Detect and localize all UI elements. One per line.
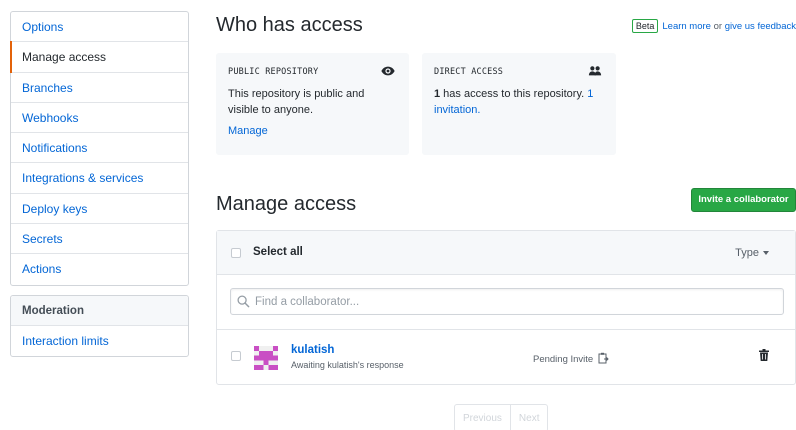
beta-feedback-line: Beta Learn more or give us feedback: [631, 19, 796, 33]
sidebar-item-options[interactable]: Options: [11, 12, 188, 43]
clipboard-icon[interactable]: [598, 352, 609, 364]
table-header: Select all Type: [217, 231, 795, 275]
next-page-button[interactable]: Next: [509, 405, 548, 430]
sidebar-item-manage-access[interactable]: Manage access: [10, 41, 188, 73]
member-status-text: Awaiting kulatish's response: [291, 360, 404, 370]
or-text: or: [710, 21, 725, 32]
moderation-sidebar-menu: Moderation Interaction limits: [10, 295, 189, 358]
search-icon: [237, 295, 250, 308]
sidebar-item-branches[interactable]: Branches: [11, 73, 188, 103]
sidebar-item-secrets[interactable]: Secrets: [11, 224, 188, 255]
type-filter-label: Type: [735, 247, 759, 259]
previous-page-button[interactable]: Previous: [455, 405, 510, 430]
manage-link[interactable]: Manage: [228, 125, 397, 137]
sidebar-item-deploy-keys[interactable]: Deploy keys: [11, 194, 188, 225]
sidebar-item-integrations[interactable]: Integrations & services: [11, 163, 188, 194]
member-name-link[interactable]: kulatish: [291, 344, 334, 356]
search-box: [230, 288, 784, 315]
direct-access-label: DIRECT ACCESS: [434, 67, 504, 77]
find-collaborator-input[interactable]: [255, 289, 775, 314]
give-feedback-link[interactable]: give us feedback: [725, 21, 796, 32]
sidebar-item-interaction-limits[interactable]: Interaction limits: [11, 326, 188, 356]
public-repository-box: PUBLIC REPOSITORY This repository is pub…: [216, 53, 409, 155]
member-checkbox[interactable]: [231, 351, 241, 361]
type-filter-dropdown[interactable]: Type: [735, 247, 769, 259]
sidebar-item-webhooks[interactable]: Webhooks: [11, 103, 188, 134]
invite-collaborator-button[interactable]: Invite a collaborator: [691, 188, 796, 212]
avatar[interactable]: [254, 346, 278, 370]
learn-more-link[interactable]: Learn more: [662, 21, 711, 32]
settings-sidebar-menu: Options Manage access Branches Webhooks …: [10, 11, 189, 286]
people-icon: [588, 66, 602, 76]
manage-access-title: Manage access: [216, 193, 357, 215]
direct-access-description: has access to this repository.: [440, 88, 588, 100]
select-all-label[interactable]: Select all: [253, 246, 303, 258]
pending-invite-status: Pending Invite: [533, 352, 609, 365]
pagination: Previous Next: [454, 404, 549, 430]
public-repository-text: This repository is public and visible to…: [228, 88, 365, 116]
beta-badge: Beta: [631, 19, 659, 33]
direct-access-text: 1 has access to this repository. 1 invit…: [434, 86, 604, 118]
collaborators-table: Select all Type kulatish Awaiting kulati…: [216, 230, 796, 385]
pending-invite-label: Pending Invite: [533, 354, 594, 365]
search-row: [217, 275, 795, 330]
direct-access-box: DIRECT ACCESS 1 has access to this repos…: [422, 53, 616, 155]
sidebar-item-actions[interactable]: Actions: [11, 254, 188, 284]
caret-down-icon: [763, 251, 769, 256]
eye-icon: [381, 66, 395, 76]
public-repository-label: PUBLIC REPOSITORY: [228, 67, 319, 77]
sidebar-item-notifications[interactable]: Notifications: [11, 133, 188, 164]
moderation-heading: Moderation: [11, 296, 188, 326]
page-title: Who has access: [216, 14, 363, 36]
trash-icon[interactable]: [759, 349, 769, 361]
table-row: kulatish Awaiting kulatish's response Pe…: [217, 330, 795, 384]
select-all-checkbox[interactable]: [231, 248, 241, 258]
